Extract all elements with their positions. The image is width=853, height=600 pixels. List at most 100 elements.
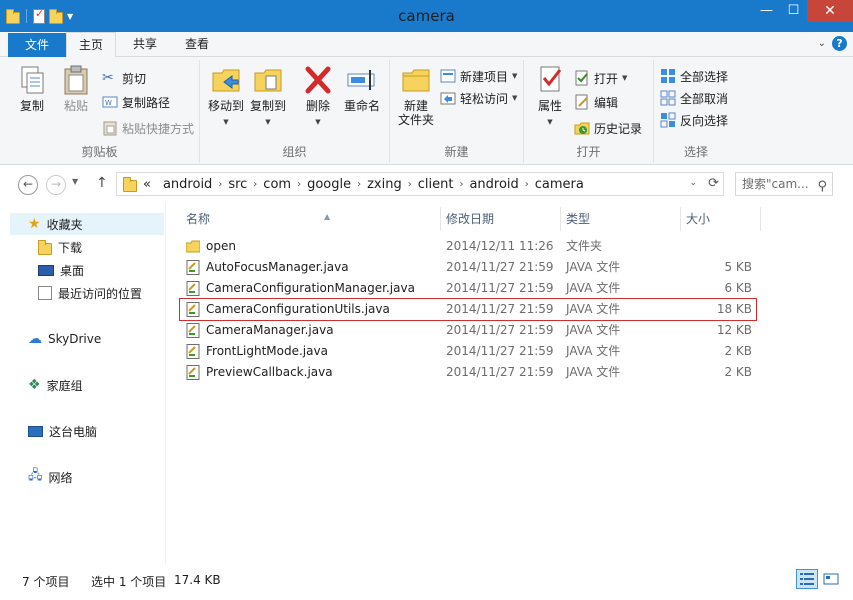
file-type: JAVA 文件 <box>566 260 621 274</box>
table-row[interactable]: CameraConfigurationManager.java 2014/11/2… <box>180 278 756 299</box>
table-row[interactable]: CameraManager.java 2014/11/27 21:59 JAVA 文… <box>180 320 756 341</box>
minimize-button[interactable]: — <box>753 0 780 22</box>
new-item-button[interactable]: 新建项目 ▼ <box>440 66 517 86</box>
rename-button[interactable]: 重命名 <box>340 64 384 113</box>
history-button[interactable]: 历史记录 <box>574 118 642 138</box>
forward-button[interactable]: → <box>46 175 66 195</box>
select-all-button[interactable]: 全部选择 <box>660 66 728 86</box>
delete-button[interactable]: 删除 ▼ <box>298 64 338 127</box>
column-header-date[interactable]: 修改日期 <box>446 207 494 231</box>
large-icons-view-button[interactable] <box>820 569 842 589</box>
select-none-button[interactable]: 全部取消 <box>660 88 728 108</box>
column-header-name[interactable]: 名称 ▲ <box>186 207 330 231</box>
breadcrumb[interactable]: client <box>412 177 460 192</box>
breadcrumb[interactable]: google <box>301 177 357 192</box>
recent-locations-chevron-icon[interactable]: ▼ <box>72 177 78 186</box>
search-input[interactable]: 搜索"cam... ⚲ <box>735 172 833 196</box>
copy-to-button[interactable]: 复制到 ▼ <box>248 64 288 127</box>
select-all-label: 全部选择 <box>680 69 729 84</box>
cut-button[interactable]: ✂ 剪切 <box>102 68 146 88</box>
details-view-icon <box>800 573 814 585</box>
table-row[interactable]: PreviewCallback.java 2014/11/27 21:59 JAVA… <box>180 362 756 383</box>
back-button[interactable]: ← <box>18 175 38 195</box>
chevron-down-icon: ▼ <box>547 118 553 126</box>
file-name: PreviewCallback.java <box>206 365 333 379</box>
file-date: 2014/12/11 11:26 <box>446 239 554 253</box>
paste-button[interactable]: 粘贴 <box>54 64 98 113</box>
homegroup-icon: ❖ <box>28 377 41 393</box>
paste-shortcut-button[interactable]: 粘贴快捷方式 <box>102 118 194 138</box>
breadcrumb[interactable]: zxing <box>361 177 408 192</box>
paste-shortcut-label: 粘贴快捷方式 <box>122 121 195 136</box>
column-divider[interactable] <box>560 207 561 231</box>
up-arrow-icon[interactable]: ↑ <box>96 175 108 191</box>
downloads-folder-icon <box>38 240 52 255</box>
nav-item-skydrive[interactable]: ☁ SkyDrive <box>28 328 101 350</box>
file-size: 18 KB <box>716 302 752 316</box>
ribbon-tabs: 文件 主页 共享 查看 ⌄ ? <box>0 32 853 58</box>
invert-selection-label: 反向选择 <box>680 113 729 128</box>
refresh-icon[interactable]: ⟳ <box>708 176 719 191</box>
chevron-down-icon: ▼ <box>315 118 321 126</box>
open-button[interactable]: 打开 ▼ <box>574 68 627 88</box>
breadcrumb[interactable]: com <box>257 177 297 192</box>
file-type: 文件夹 <box>566 239 603 253</box>
easy-access-icon <box>440 92 456 105</box>
move-to-label: 移动到 <box>207 99 244 113</box>
address-bar[interactable]: « android › src › com › google › zxing ›… <box>116 172 724 196</box>
column-header-size[interactable]: 大小 <box>686 207 710 231</box>
nav-item-recent[interactable]: 最近访问的位置 <box>38 282 142 304</box>
help-icon[interactable]: ? <box>832 36 847 51</box>
easy-access-button[interactable]: 轻松访问 ▼ <box>440 88 517 108</box>
breadcrumb[interactable]: camera <box>529 177 590 192</box>
address-history-chevron-icon[interactable]: ⌄ <box>689 178 697 188</box>
close-button[interactable]: ✕ <box>807 0 853 22</box>
tab-view[interactable]: 查看 <box>172 32 222 57</box>
new-folder-button[interactable]: 新建 文件夹 <box>394 64 438 127</box>
nav-item-label: 桌面 <box>60 263 85 278</box>
file-size: 6 KB <box>724 281 752 295</box>
tab-share[interactable]: 共享 <box>120 32 170 57</box>
nav-item-network[interactable]: 🖧 网络 <box>28 466 73 488</box>
breadcrumb[interactable]: src <box>222 177 253 192</box>
select-none-label: 全部取消 <box>680 91 729 106</box>
navigation-pane: ★ 收藏夹 下载 桌面 最近访问的位置 ☁ SkyDrive ❖ 家庭组 这台电… <box>0 203 166 564</box>
table-row[interactable]: CameraConfigurationUtils.java 2014/11/27 … <box>179 298 757 321</box>
properties-button[interactable]: 属性 ▼ <box>530 64 570 127</box>
copy-button[interactable]: 复制 <box>10 64 54 113</box>
clipboard-group: 复制 粘贴 ✂ 剪切 W 复制路径 粘贴快捷方式 剪贴板 <box>0 60 200 163</box>
edit-button[interactable]: 编辑 <box>574 92 618 112</box>
move-to-button[interactable]: 移动到 ▼ <box>206 64 246 127</box>
chevron-down-icon[interactable]: ⌄ <box>818 38 826 49</box>
table-row[interactable]: FrontLightMode.java 2014/11/27 21:59 JAVA … <box>180 341 756 362</box>
folder-icon <box>186 240 200 253</box>
tab-home[interactable]: 主页 <box>66 32 116 58</box>
nav-item-favorites[interactable]: ★ 收藏夹 <box>10 213 164 235</box>
breadcrumb-overflow[interactable]: « <box>137 177 157 192</box>
nav-item-label: 家庭组 <box>46 378 83 393</box>
column-divider[interactable] <box>760 207 761 231</box>
breadcrumb[interactable]: android <box>463 177 524 192</box>
nav-item-this-pc[interactable]: 这台电脑 <box>28 420 97 442</box>
breadcrumb[interactable]: android <box>157 177 218 192</box>
nav-item-homegroup[interactable]: ❖ 家庭组 <box>28 374 83 396</box>
file-type: JAVA 文件 <box>566 365 621 379</box>
copy-path-icon: W <box>102 96 118 108</box>
invert-selection-button[interactable]: 反向选择 <box>660 110 728 130</box>
column-header-type[interactable]: 类型 <box>566 207 590 231</box>
column-divider[interactable] <box>440 207 441 231</box>
details-view-button[interactable] <box>796 569 818 589</box>
search-icon[interactable]: ⚲ <box>817 176 827 195</box>
maximize-button[interactable]: ☐ <box>780 0 807 22</box>
open-group-label: 打开 <box>576 145 601 159</box>
tab-file[interactable]: 文件 <box>8 33 66 58</box>
nav-item-desktop[interactable]: 桌面 <box>38 259 84 281</box>
chevron-down-icon: ▼ <box>512 94 518 102</box>
table-row[interactable]: open 2014/12/11 11:26 文件夹 <box>180 236 756 257</box>
column-divider[interactable] <box>680 207 681 231</box>
copy-path-button[interactable]: W 复制路径 <box>102 92 170 112</box>
title-bar: ▼ camera — ☐ ✕ <box>0 0 853 32</box>
nav-item-label: 这台电脑 <box>49 424 98 439</box>
table-row[interactable]: AutoFocusManager.java 2014/11/27 21:59 JAV… <box>180 257 756 278</box>
nav-item-downloads[interactable]: 下载 <box>38 236 82 258</box>
